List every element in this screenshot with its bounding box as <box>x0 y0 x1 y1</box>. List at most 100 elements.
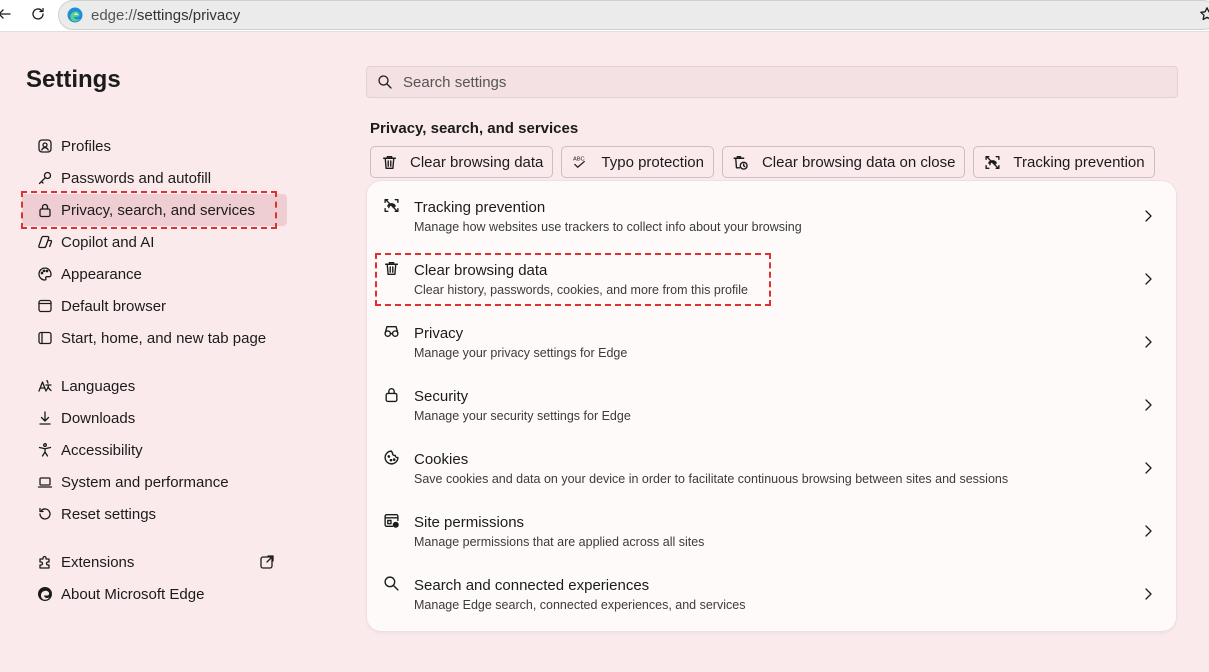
chip-label: Tracking prevention <box>1013 153 1145 171</box>
quick-links: Clear browsing data ABC Typo protection … <box>370 146 1155 178</box>
sidebar-item-start-home[interactable]: Start, home, and new tab page <box>22 322 287 354</box>
tracking-icon <box>383 197 401 215</box>
row-description: Manage Edge search, connected experience… <box>414 598 746 612</box>
row-clear-browsing-data[interactable]: Clear browsing data Clear history, passw… <box>367 244 1176 307</box>
sidebar-item-label: Privacy, search, and services <box>61 201 255 219</box>
url-path: settings/privacy <box>136 7 241 24</box>
url-scheme: edge:// <box>91 7 137 24</box>
row-description: Manage your privacy settings for Edge <box>414 346 628 360</box>
spellcheck-icon-text: ABC <box>573 156 585 162</box>
sidebar-item-label: Default browser <box>61 297 167 315</box>
row-privacy[interactable]: Privacy Manage your privacy settings for… <box>367 307 1176 370</box>
row-title: Site permissions <box>414 514 525 531</box>
chevron-right-icon <box>1142 398 1154 412</box>
row-description: Manage how websites use trackers to coll… <box>414 220 802 234</box>
search-icon <box>383 575 401 593</box>
chip-typo-protection[interactable]: ABC Typo protection <box>561 146 714 178</box>
browser-toolbar: edge://settings/privacy <box>0 0 1209 32</box>
spellcheck-icon: ABC <box>571 153 589 171</box>
site-permissions-icon <box>383 512 401 530</box>
reload-icon[interactable] <box>30 6 46 22</box>
sidebar-item-passwords[interactable]: Passwords and autofill <box>22 162 287 194</box>
cookie-icon <box>383 449 401 467</box>
sidebar-item-extensions[interactable]: Extensions <box>22 546 287 578</box>
download-icon <box>36 409 54 427</box>
row-search-connected[interactable]: Search and connected experiences Manage … <box>367 559 1176 622</box>
row-title: Security <box>414 388 469 405</box>
row-site-permissions[interactable]: Site permissions Manage permissions that… <box>367 496 1176 559</box>
row-title: Clear browsing data <box>414 262 548 279</box>
sidebar-item-label: Appearance <box>61 265 142 283</box>
row-title: Tracking prevention <box>414 199 546 216</box>
sidebar-item-reset[interactable]: Reset settings <box>22 498 287 530</box>
languages-icon <box>36 377 54 395</box>
row-tracking-prevention[interactable]: Tracking prevention Manage how websites … <box>367 181 1176 244</box>
page-title: Settings <box>26 66 121 93</box>
sidebar-item-label: Copilot and AI <box>61 233 155 251</box>
sidebar-item-copilot[interactable]: Copilot and AI <box>22 226 287 258</box>
sidebar-item-downloads[interactable]: Downloads <box>22 402 287 434</box>
sidebar-item-label: Downloads <box>61 409 136 427</box>
chip-tracking-prevention[interactable]: Tracking prevention <box>973 146 1155 178</box>
address-bar[interactable]: edge://settings/privacy <box>58 0 1209 30</box>
row-title: Search and connected experiences <box>414 577 650 594</box>
sidebar-item-profiles[interactable]: Profiles <box>22 130 287 162</box>
row-description: Clear history, passwords, cookies, and m… <box>414 283 748 297</box>
sidebar-nav: Profiles Passwords and autofill Privacy,… <box>22 130 287 610</box>
reset-icon <box>36 505 54 523</box>
sidebar-item-label: Passwords and autofill <box>61 169 212 187</box>
chevron-right-icon <box>1142 524 1154 538</box>
key-icon <box>36 169 54 187</box>
chevron-right-icon <box>1142 272 1154 286</box>
start-page-icon <box>36 329 54 347</box>
sidebar-item-label: Profiles <box>61 137 112 155</box>
edge-logo-icon <box>36 585 54 603</box>
row-title: Privacy <box>414 325 464 342</box>
sidebar-item-label: About Microsoft Edge <box>61 585 205 603</box>
sidebar-item-system[interactable]: System and performance <box>22 466 287 498</box>
row-cookies[interactable]: Cookies Save cookies and data on your de… <box>367 433 1176 496</box>
chip-label: Clear browsing data <box>410 153 544 171</box>
chip-clear-on-close[interactable]: Clear browsing data on close <box>721 146 966 178</box>
sidebar-item-label: Start, home, and new tab page <box>61 329 267 347</box>
favorite-star-icon[interactable] <box>1199 6 1209 22</box>
chevron-right-icon <box>1142 587 1154 601</box>
chevron-right-icon <box>1142 461 1154 475</box>
sidebar-item-appearance[interactable]: Appearance <box>22 258 287 290</box>
sidebar-item-languages[interactable]: Languages <box>22 370 287 402</box>
row-description: Save cookies and data on your device in … <box>414 472 1009 486</box>
back-arrow-icon[interactable] <box>0 6 12 22</box>
sidebar-item-label: Languages <box>61 377 136 395</box>
laptop-icon <box>36 473 54 491</box>
copilot-icon <box>36 233 54 251</box>
chip-clear-browsing-data[interactable]: Clear browsing data <box>370 146 554 178</box>
section-title: Privacy, search, and services <box>370 120 579 137</box>
external-link-icon[interactable] <box>259 554 275 570</box>
accessibility-icon <box>36 441 54 459</box>
chip-label: Clear browsing data on close <box>761 153 956 171</box>
nav-separator <box>22 354 287 370</box>
trash-icon <box>380 153 398 171</box>
sidebar-item-about[interactable]: About Microsoft Edge <box>22 578 287 610</box>
trash-clock-icon <box>732 153 750 171</box>
chip-label: Typo protection <box>601 153 704 171</box>
puzzle-icon <box>36 553 54 571</box>
search-box[interactable] <box>366 66 1178 98</box>
row-description: Manage permissions that are applied acro… <box>414 535 705 549</box>
chevron-right-icon <box>1142 335 1154 349</box>
row-description: Manage your security settings for Edge <box>414 409 631 423</box>
row-security[interactable]: Security Manage your security settings f… <box>367 370 1176 433</box>
search-input[interactable] <box>403 73 1103 91</box>
sidebar-item-privacy[interactable]: Privacy, search, and services <box>22 194 287 226</box>
url-text: edge://settings/privacy <box>91 7 240 24</box>
sidebar-item-default-browser[interactable]: Default browser <box>22 290 287 322</box>
sidebar-item-accessibility[interactable]: Accessibility <box>22 434 287 466</box>
browser-window-icon <box>36 297 54 315</box>
settings-card: Tracking prevention Manage how websites … <box>367 181 1176 631</box>
trash-icon <box>383 260 401 278</box>
sidebar-item-label: Extensions <box>61 553 135 571</box>
edge-logo-icon <box>67 7 83 23</box>
row-title: Cookies <box>414 451 469 468</box>
sidebar-item-label: System and performance <box>61 473 229 491</box>
sidebar-item-label: Accessibility <box>61 441 143 459</box>
